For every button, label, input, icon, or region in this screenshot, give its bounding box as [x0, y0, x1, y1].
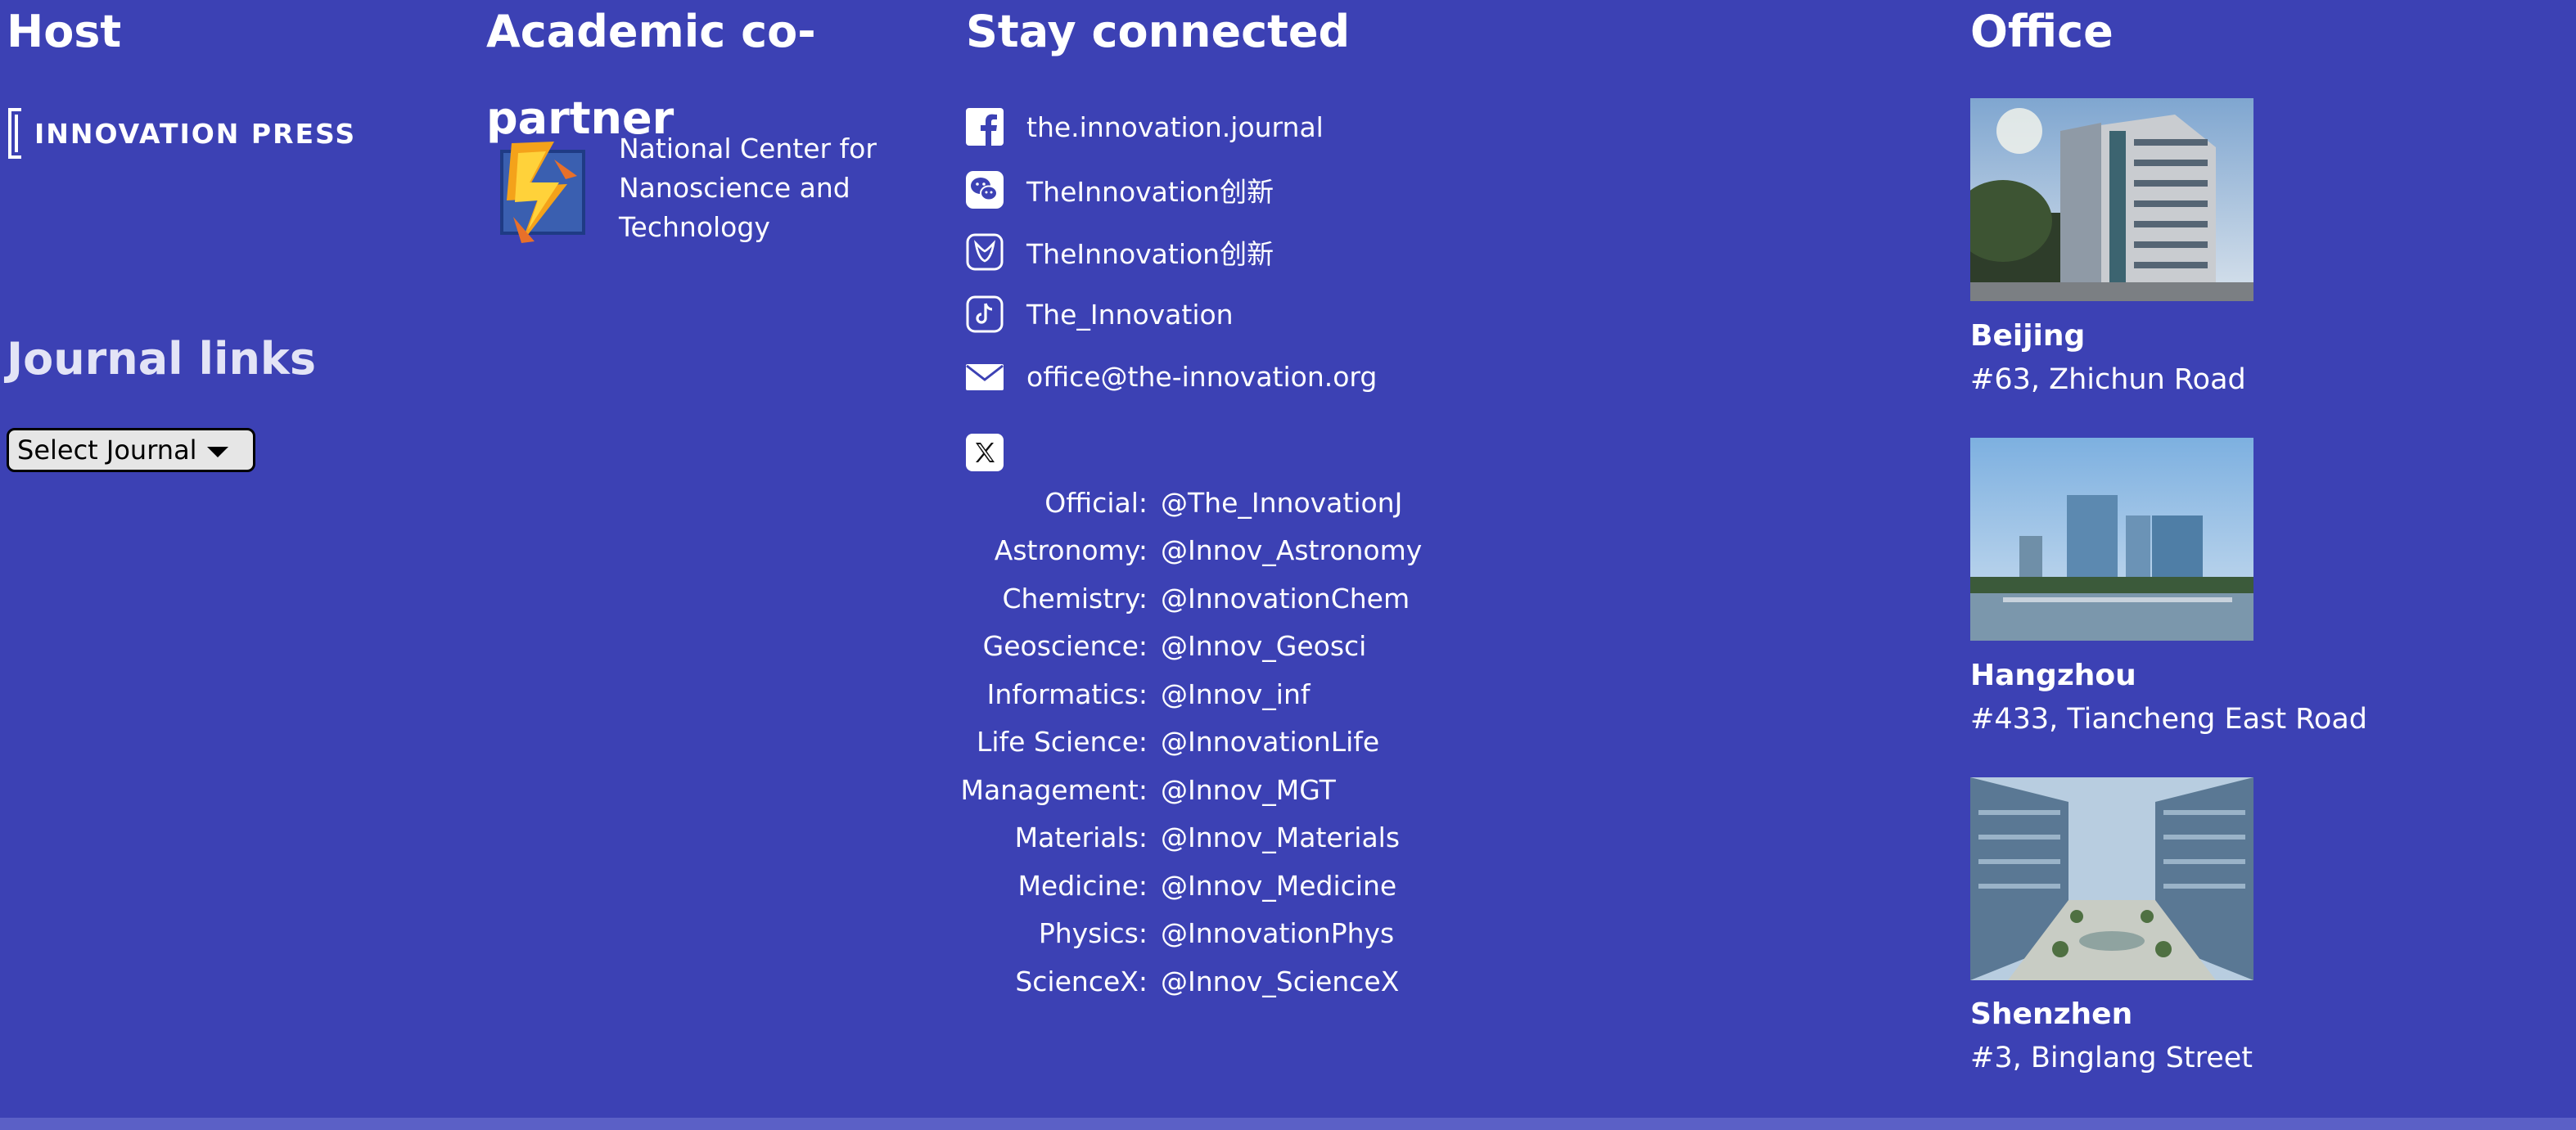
chevron-down-icon	[207, 447, 228, 457]
x-account-row: ScienceX:	[966, 960, 1148, 1002]
office-photo-shenzhen	[1970, 777, 2253, 980]
x-account-handle[interactable]: @Innov_inf	[1161, 673, 1310, 715]
partner-name[interactable]: National Center for Nanoscience and Tech…	[619, 129, 889, 247]
x-account-handle[interactable]: @Innov_Medicine	[1161, 864, 1396, 907]
office-address-hangzhou: #433, Tiancheng East Road	[1970, 703, 2367, 736]
social-item-tiktok[interactable]: The_Innovation	[966, 294, 1234, 335]
social-item-mail[interactable]: office@the-innovation.org	[966, 356, 1377, 397]
host-title: Host	[7, 6, 122, 57]
tiktok-icon	[966, 295, 1004, 333]
office-photo-beijing	[1970, 98, 2253, 301]
nanoscience-logo[interactable]	[497, 135, 587, 250]
x-account-row: Chemistry:	[966, 577, 1148, 619]
journal-select-value: Select Journal	[17, 434, 197, 466]
x-account-label: Informatics:	[986, 678, 1148, 710]
social-text-facebook: the.innovation.journal	[1026, 110, 1324, 143]
office-title: Office	[1970, 6, 2114, 57]
x-account-row: Medicine:	[966, 864, 1148, 907]
social-text-wechat: TheInnovation创新	[1026, 176, 1274, 208]
social-text-weibo: TheInnovation创新	[1026, 238, 1274, 270]
social-item-wechat[interactable]: TheInnovation创新	[966, 169, 1274, 210]
x-account-row: Management:	[960, 768, 1148, 811]
x-account-row: Life Science:	[966, 720, 1148, 763]
office-city-hangzhou: Hangzhou	[1970, 659, 2136, 692]
wechat-icon	[966, 171, 1004, 209]
x-account-row: Physics:	[966, 912, 1148, 954]
logo-text: INNOVATION PRESS	[34, 117, 357, 150]
x-account-handle[interactable]: @Innov_Astronomy	[1161, 529, 1422, 571]
office-address-beijing: #63, Zhichun Road	[1970, 363, 2246, 396]
social-item-facebook[interactable]: the.innovation.journal	[966, 106, 1324, 147]
bottom-divider	[0, 1118, 2576, 1130]
x-account-handle[interactable]: @Innov_ScienceX	[1161, 960, 1399, 1002]
office-city-shenzhen: Shenzhen	[1970, 997, 2133, 1031]
x-account-row: Geoscience:	[966, 624, 1148, 667]
weibo-icon	[966, 233, 1004, 271]
mail-icon	[966, 358, 1004, 395]
x-account-label: Materials:	[1014, 821, 1148, 853]
innovation-press-logo[interactable]: INNOVATION PRESS	[8, 106, 356, 160]
x-account-row: Informatics:	[966, 673, 1148, 715]
journal-select[interactable]: Select Journal	[7, 428, 255, 472]
x-account-label: Medicine:	[1017, 869, 1148, 902]
office-photo-hangzhou	[1970, 438, 2253, 641]
x-account-label: Astronomy:	[994, 533, 1148, 566]
social-item-weibo[interactable]: TheInnovation创新	[966, 232, 1274, 272]
x-account-handle[interactable]: @InnovationPhys	[1161, 912, 1394, 954]
x-account-handle[interactable]: @InnovationLife	[1161, 720, 1379, 763]
x-account-label: Life Science:	[976, 725, 1148, 758]
x-account-row: Materials:	[966, 816, 1148, 858]
x-account-handle[interactable]: @Innov_MGT	[1161, 768, 1336, 811]
x-account-handle[interactable]: @Innov_Geosci	[1161, 624, 1366, 667]
stay-connected-title: Stay connected	[966, 6, 1351, 57]
facebook-icon	[966, 108, 1004, 146]
footer: Host INNOVATION PRESS Journal links Sele…	[0, 0, 2576, 1130]
x-account-label: Chemistry:	[1002, 582, 1148, 615]
x-account-label: Management:	[960, 773, 1148, 806]
x-icon[interactable]	[966, 434, 1004, 471]
x-account-handle[interactable]: @The_InnovationJ	[1161, 481, 1402, 524]
x-account-label: Official:	[1044, 486, 1148, 519]
x-account-label: Physics:	[1038, 916, 1148, 949]
social-text-tiktok: The_Innovation	[1026, 298, 1234, 331]
journal-links-title: Journal links	[7, 333, 316, 385]
x-account-row: Astronomy:	[966, 529, 1148, 571]
x-account-handle[interactable]: @Innov_Materials	[1161, 816, 1400, 858]
social-text-mail: office@the-innovation.org	[1026, 360, 1378, 393]
x-account-row: Official:	[966, 481, 1148, 524]
logo-bracket-icon	[8, 108, 21, 159]
office-city-beijing: Beijing	[1970, 319, 2086, 353]
office-address-shenzhen: #3, Binglang Street	[1970, 1042, 2253, 1074]
x-account-label: ScienceX:	[1015, 965, 1148, 997]
x-account-handle[interactable]: @InnovationChem	[1161, 577, 1410, 619]
x-account-label: Geoscience:	[982, 629, 1148, 662]
